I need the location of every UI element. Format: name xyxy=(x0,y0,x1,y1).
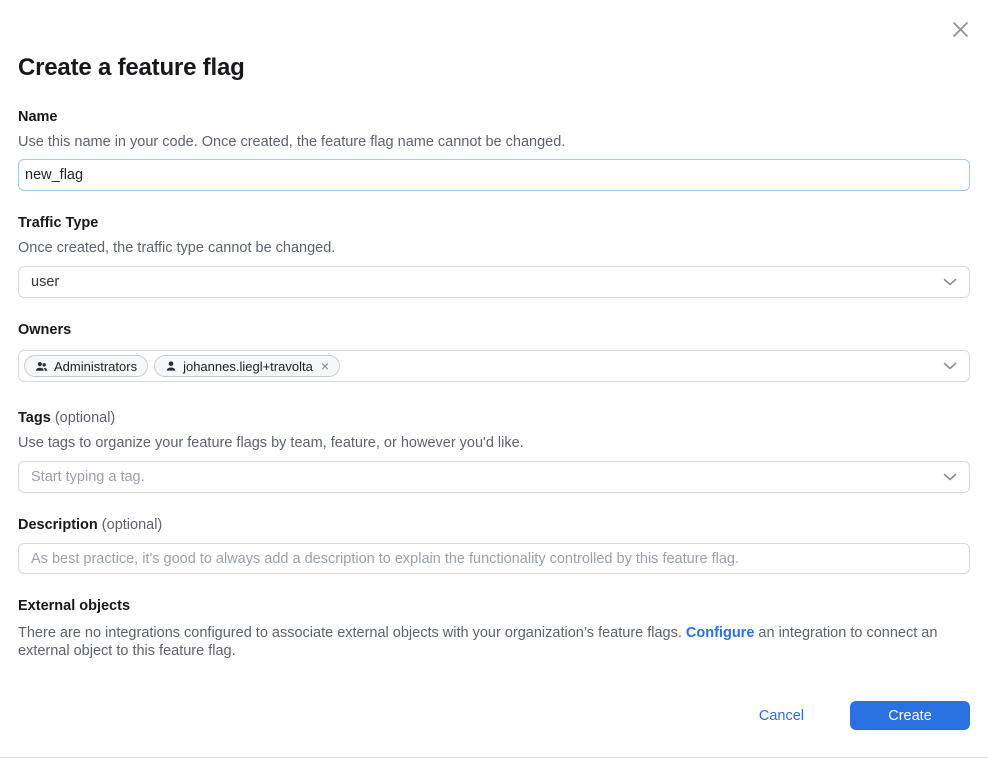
create-feature-flag-dialog: Create a feature flag Name Use this name… xyxy=(0,0,988,763)
chevron-down-icon xyxy=(943,278,957,286)
tags-select[interactable]: Start typing a tag. xyxy=(18,461,970,493)
description-label-text: Description xyxy=(18,517,98,533)
external-objects-text-before: There are no integrations configured to … xyxy=(18,625,686,641)
owners-label: Owners xyxy=(18,322,970,339)
close-button[interactable] xyxy=(947,16,973,42)
configure-link[interactable]: Configure xyxy=(686,625,754,641)
owner-chip-user[interactable]: johannes.liegl+travolta × xyxy=(154,355,340,377)
tags-label: Tags (optional) xyxy=(18,410,970,427)
owner-chip-label: johannes.liegl+travolta xyxy=(183,359,313,374)
name-help-text: Use this name in your code. Once created… xyxy=(18,134,970,151)
person-icon xyxy=(165,360,177,372)
bottom-divider xyxy=(0,757,988,758)
remove-owner-icon[interactable]: × xyxy=(321,359,329,373)
description-label: Description (optional) xyxy=(18,517,970,534)
owner-chip-label: Administrators xyxy=(54,359,137,374)
tags-optional-text: (optional) xyxy=(55,410,115,426)
traffic-type-label: Traffic Type xyxy=(18,215,970,232)
external-objects-text: There are no integrations configured to … xyxy=(18,624,970,660)
dialog-footer: Cancel Create xyxy=(18,701,970,730)
tags-help-text: Use tags to organize your feature flags … xyxy=(18,435,970,452)
tags-label-text: Tags xyxy=(18,410,51,426)
dialog-title: Create a feature flag xyxy=(18,53,970,83)
close-icon xyxy=(950,19,971,40)
name-input[interactable] xyxy=(18,159,970,191)
name-label: Name xyxy=(18,109,970,126)
chevron-down-icon xyxy=(943,362,957,370)
chevron-down-icon xyxy=(943,473,957,481)
create-button[interactable]: Create xyxy=(850,701,970,730)
owner-chip-administrators[interactable]: Administrators xyxy=(24,355,148,377)
owners-select[interactable]: Administrators johannes.liegl+travolta × xyxy=(18,350,970,382)
description-optional-text: (optional) xyxy=(102,517,162,533)
group-icon xyxy=(35,360,48,373)
external-objects-label: External objects xyxy=(18,598,970,615)
traffic-type-select[interactable]: user xyxy=(18,266,970,298)
traffic-type-value: user xyxy=(31,274,59,290)
description-input[interactable] xyxy=(18,543,970,574)
cancel-button[interactable]: Cancel xyxy=(759,708,804,724)
traffic-type-help-text: Once created, the traffic type cannot be… xyxy=(18,240,970,257)
tags-placeholder: Start typing a tag. xyxy=(31,469,145,485)
